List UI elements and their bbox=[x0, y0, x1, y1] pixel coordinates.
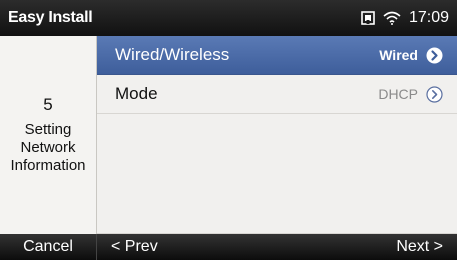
softkey-bar: Cancel < Prev Next > bbox=[0, 234, 457, 260]
chevron-right-icon bbox=[426, 85, 443, 103]
network-port-icon bbox=[361, 11, 375, 25]
list-item-mode[interactable]: Mode DHCP bbox=[97, 75, 457, 114]
cancel-button[interactable]: Cancel bbox=[0, 234, 97, 260]
clock: 17:09 bbox=[408, 9, 449, 26]
easy-install-screen: Easy Install 17:09 5 Setting Network Inf… bbox=[0, 0, 457, 260]
list-item-wired-wireless[interactable]: Wired/Wireless Wired bbox=[97, 36, 457, 75]
screen-title: Easy Install bbox=[8, 9, 93, 26]
chevron-right-icon bbox=[426, 47, 443, 64]
prev-button[interactable]: < Prev bbox=[97, 234, 277, 260]
empty-list-area bbox=[97, 114, 457, 234]
wifi-icon bbox=[383, 11, 401, 25]
step-title: Setting Network Information bbox=[10, 121, 86, 174]
step-number: 5 bbox=[43, 95, 53, 114]
settings-list: Wired/Wireless Wired Mode DHCP bbox=[97, 36, 457, 234]
next-button[interactable]: Next > bbox=[396, 234, 457, 260]
list-item-label: Mode bbox=[115, 84, 158, 103]
step-info-panel: 5 Setting Network Information bbox=[0, 36, 97, 234]
list-item-value: Wired bbox=[379, 47, 418, 63]
list-item-value: DHCP bbox=[378, 86, 418, 102]
list-item-label: Wired/Wireless bbox=[115, 45, 230, 64]
status-icons: 17:09 bbox=[361, 9, 457, 27]
status-bar: Easy Install 17:09 bbox=[0, 0, 457, 36]
